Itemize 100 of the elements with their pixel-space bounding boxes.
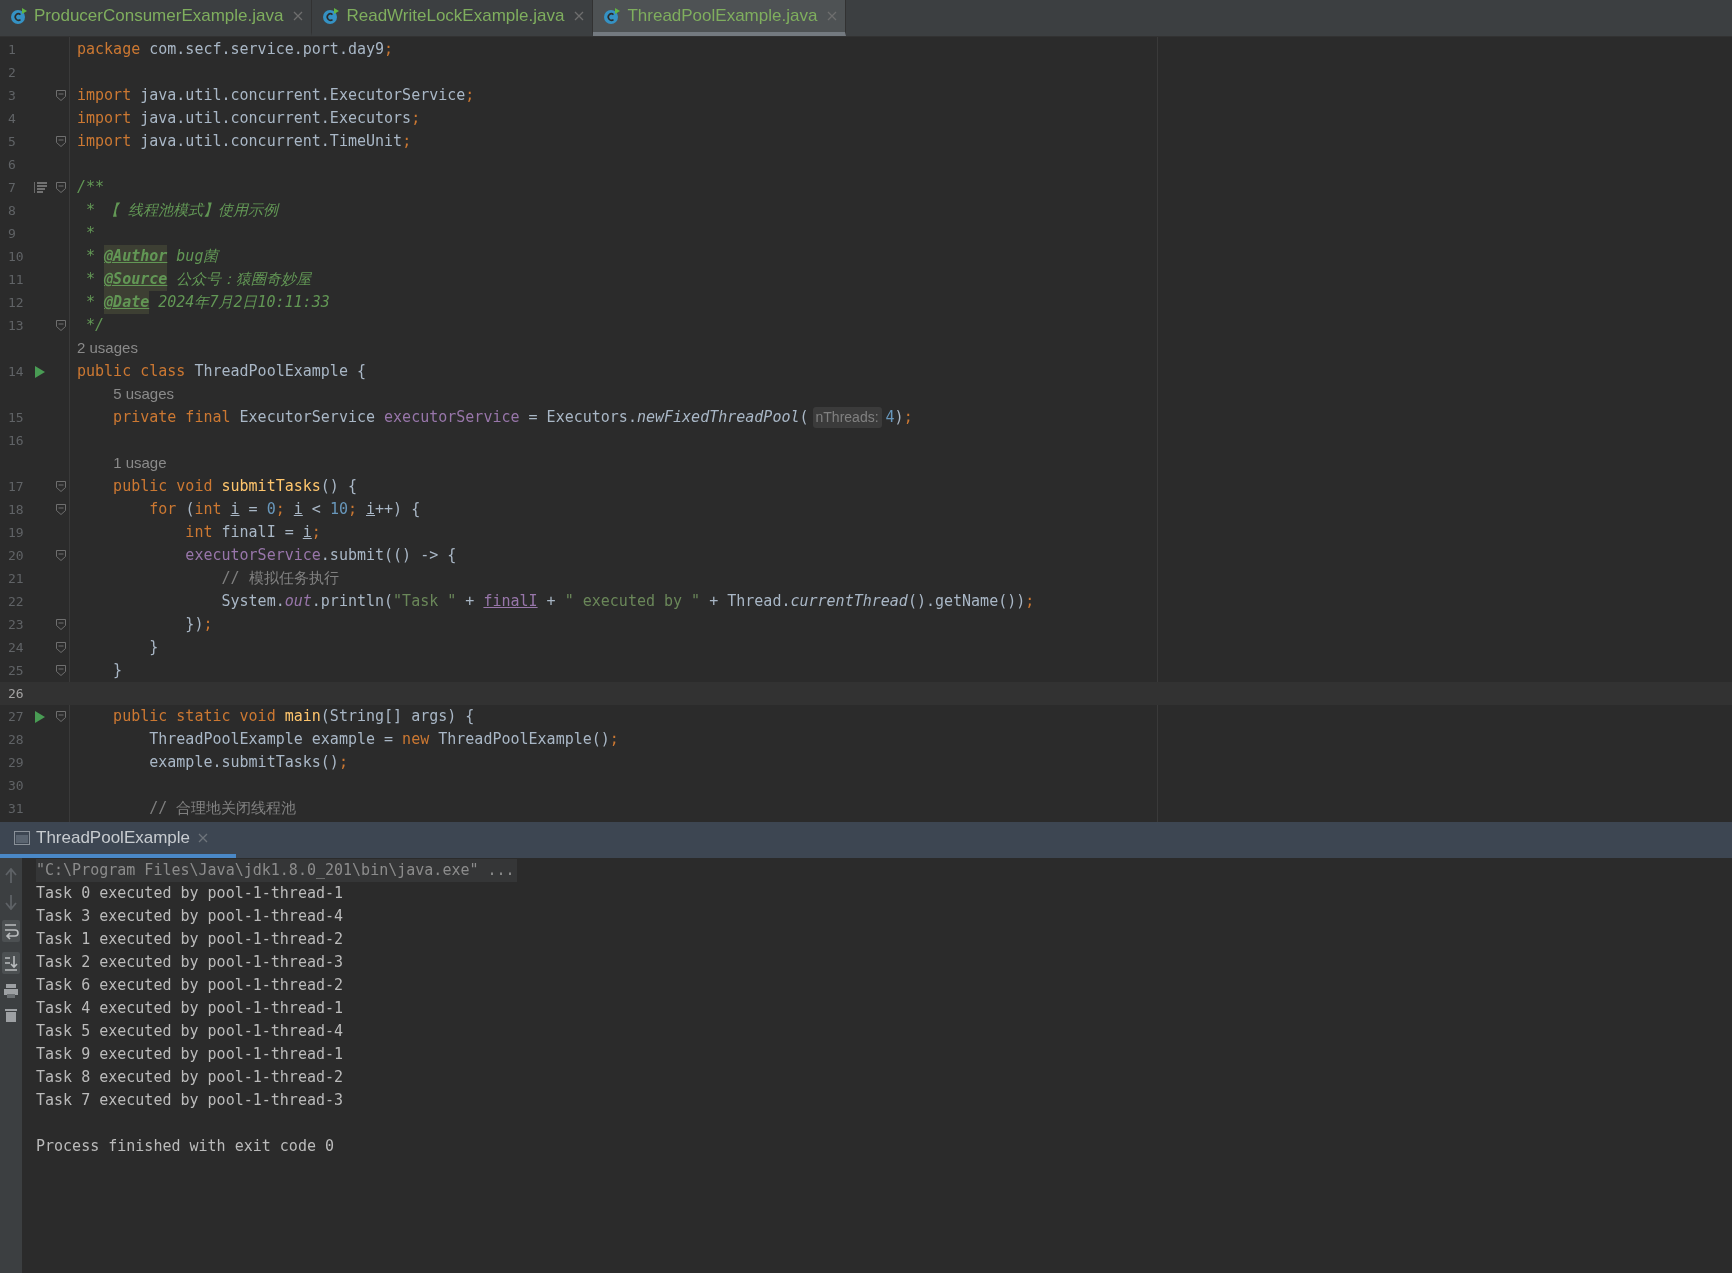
code-line: ThreadPoolExample example = new ThreadPoolExample(); xyxy=(148,729,619,751)
usages-hint[interactable]: 1 usage xyxy=(77,452,167,475)
code-line: import java.util.concurrent.TimeUnit; xyxy=(76,131,412,153)
fold-icon[interactable] xyxy=(56,182,66,193)
run-icon[interactable] xyxy=(34,365,46,378)
console-output-line: Task 6 executed by pool-1-thread-2 xyxy=(36,975,345,996)
line-number: 21 xyxy=(8,569,25,588)
fold-icon[interactable] xyxy=(56,642,66,653)
line-number: 10 xyxy=(8,247,25,266)
code-line: * @Date 2024年7月2日10:11:33 xyxy=(85,291,330,314)
fold-icon[interactable] xyxy=(56,665,66,676)
class-file-icon xyxy=(10,7,28,25)
scroll-to-end-icon[interactable] xyxy=(2,952,20,974)
code-line: public class ThreadPoolExample { xyxy=(76,361,366,383)
code-line: public void submitTasks() { xyxy=(112,476,357,498)
code-line: }); xyxy=(184,614,213,636)
fold-icon[interactable] xyxy=(56,711,66,722)
console-output-line: Task 0 executed by pool-1-thread-1 xyxy=(36,883,345,904)
console-output-line: Task 1 executed by pool-1-thread-2 xyxy=(36,929,345,950)
code-line: package com.secf.service.port.day9; xyxy=(76,39,394,61)
run-icon[interactable] xyxy=(34,710,46,723)
code-line: */ xyxy=(85,315,105,337)
code-line: for (int i = 0; i < 10; i++) { xyxy=(148,499,421,521)
code-line: } xyxy=(112,660,123,682)
line-number: 11 xyxy=(8,270,25,289)
code-line: import java.util.concurrent.ExecutorService; xyxy=(76,85,475,107)
code-line: /** xyxy=(76,177,105,199)
code-line: * @Author bug菌 xyxy=(85,245,219,268)
line-number: 1 xyxy=(8,40,17,59)
code-line: * 【 线程池模式】使用示例 xyxy=(85,200,279,222)
line-number: 12 xyxy=(8,293,25,312)
line-number: 2 xyxy=(8,63,17,82)
line-number: 26 xyxy=(8,684,25,703)
console-output-line: Task 3 executed by pool-1-thread-4 xyxy=(36,906,345,927)
up-arrow-icon[interactable] xyxy=(5,868,17,884)
trash-icon[interactable] xyxy=(5,1008,17,1022)
line-number: 16 xyxy=(8,431,25,450)
editor-tab[interactable]: ThreadPoolExample.java xyxy=(593,0,847,36)
console-window-icon xyxy=(14,831,30,845)
close-icon[interactable] xyxy=(574,11,585,21)
line-number: 4 xyxy=(8,109,17,128)
code-line: private final ExecutorService executorService = Executors.newFixedThreadPool( nThreads: 4); xyxy=(112,406,913,429)
code-line: } xyxy=(148,637,159,659)
soft-wrap-icon[interactable] xyxy=(2,920,20,942)
close-icon[interactable] xyxy=(198,833,209,843)
fold-icon[interactable] xyxy=(56,550,66,561)
line-number: 24 xyxy=(8,638,25,657)
console-output-line: Task 5 executed by pool-1-thread-4 xyxy=(36,1021,345,1042)
line-number: 18 xyxy=(8,500,25,519)
code-line: int finalI = i; xyxy=(184,522,321,544)
fold-icon[interactable] xyxy=(56,136,66,147)
usages-hint[interactable]: 5 usages xyxy=(77,383,174,406)
line-number: 14 xyxy=(8,362,25,381)
code-line: import java.util.concurrent.Executors; xyxy=(76,108,421,130)
line-number: 7 xyxy=(8,178,17,197)
line-number: 6 xyxy=(8,155,17,174)
fold-icon[interactable] xyxy=(56,481,66,492)
line-number: 20 xyxy=(8,546,25,565)
fold-icon[interactable] xyxy=(56,320,66,331)
line-number: 25 xyxy=(8,661,25,680)
console-output-line: Task 4 executed by pool-1-thread-1 xyxy=(36,998,345,1019)
line-number: 22 xyxy=(8,592,25,611)
code-line: // 模拟任务执行 xyxy=(220,568,339,590)
console-output-line: Task 7 executed by pool-1-thread-3 xyxy=(36,1090,345,1111)
line-number: 17 xyxy=(8,477,25,496)
line-number: 13 xyxy=(8,316,25,335)
line-number: 3 xyxy=(8,86,17,105)
close-icon[interactable] xyxy=(293,11,304,21)
console-output-line: Task 2 executed by pool-1-thread-3 xyxy=(36,952,345,973)
line-number: 23 xyxy=(8,615,25,634)
line-number: 9 xyxy=(8,224,17,243)
fold-icon[interactable] xyxy=(56,504,66,515)
line-number: 15 xyxy=(8,408,25,427)
close-icon[interactable] xyxy=(827,11,838,21)
fold-icon[interactable] xyxy=(56,619,66,630)
line-number: 8 xyxy=(8,201,17,220)
line-number: 31 xyxy=(8,799,25,818)
usages-hint[interactable]: 2 usages xyxy=(77,337,138,360)
class-file-icon xyxy=(322,7,341,25)
class-file-icon xyxy=(603,7,622,25)
code-line: public static void main(String[] args) { xyxy=(112,706,475,728)
line-number: 29 xyxy=(8,753,25,772)
console-output-line: Task 9 executed by pool-1-thread-1 xyxy=(36,1044,345,1065)
line-number: 30 xyxy=(8,776,25,795)
line-number: 19 xyxy=(8,523,25,542)
code-line: // 合理地关闭线程池 xyxy=(148,798,297,820)
code-line: System.out.println("Task " + finalI + " executed by " + Thread.currentThread().getName()); xyxy=(220,591,1035,613)
print-icon[interactable] xyxy=(4,984,18,998)
fold-icon[interactable] xyxy=(56,90,66,101)
code-line: executorService.submit(() -> { xyxy=(184,545,457,567)
doc-render-icon[interactable] xyxy=(34,182,47,193)
exit-message: Process finished with exit code 0 xyxy=(36,1136,335,1157)
code-line: * @Source 公众号：猿圈奇妙屋 xyxy=(85,268,312,291)
code-line: example.submitTasks(); xyxy=(148,752,348,774)
down-arrow-icon[interactable] xyxy=(5,894,17,910)
line-number: 28 xyxy=(8,730,25,749)
line-number: 5 xyxy=(8,132,17,151)
code-line: * xyxy=(85,223,96,245)
line-number: 27 xyxy=(8,707,25,726)
console-output-line: Task 8 executed by pool-1-thread-2 xyxy=(36,1067,345,1088)
